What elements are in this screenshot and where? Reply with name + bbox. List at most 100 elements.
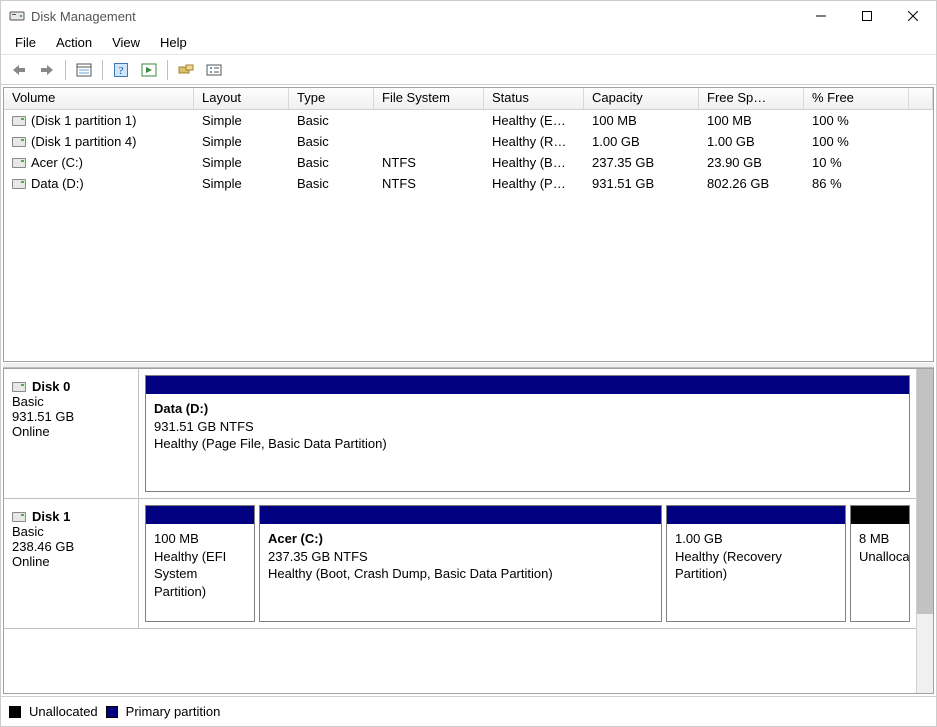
volume-fs: NTFS: [374, 155, 484, 170]
disk-state: Online: [12, 554, 130, 569]
volume-status: Healthy (B…: [484, 155, 584, 170]
partition-unallocated[interactable]: 8 MBUnallocated: [850, 505, 910, 622]
menu-file[interactable]: File: [5, 33, 46, 52]
volume-status: Healthy (E…: [484, 113, 584, 128]
refresh-button[interactable]: [137, 58, 161, 82]
drive-icon: [12, 158, 26, 168]
volume-layout: Simple: [194, 134, 289, 149]
disk-row: Disk 1Basic238.46 GBOnline100 MBHealthy …: [4, 499, 916, 629]
col-type[interactable]: Type: [289, 88, 374, 109]
volume-free: 100 MB: [699, 113, 804, 128]
col-pctfree[interactable]: % Free: [804, 88, 909, 109]
content-area: Volume Layout Type File System Status Ca…: [1, 85, 936, 696]
help-button[interactable]: ?: [109, 58, 133, 82]
partition-color-bar: [260, 506, 661, 524]
menu-bar: File Action View Help: [1, 31, 936, 55]
volume-type: Basic: [289, 134, 374, 149]
partition-body: 100 MBHealthy (EFI System Partition): [146, 524, 254, 621]
toolbar: ?: [1, 55, 936, 85]
forward-button[interactable]: [35, 58, 59, 82]
window-title: Disk Management: [31, 9, 136, 24]
properties-button[interactable]: [72, 58, 96, 82]
disk-partitions: Data (D:) 931.51 GB NTFS Healthy (Page Fil…: [139, 369, 916, 498]
volume-layout: Simple: [194, 176, 289, 191]
partition-sub: 931.51 GB NTFS: [154, 419, 254, 434]
back-button[interactable]: [7, 58, 31, 82]
partition[interactable]: 1.00 GBHealthy (Recovery Partition): [666, 505, 846, 622]
partition-status: Healthy (Page File, Basic Data Partition…: [154, 436, 387, 451]
title-bar: Disk Management: [1, 1, 936, 31]
partition-title: Data (D:): [154, 401, 208, 416]
volume-fs: NTFS: [374, 176, 484, 191]
volume-type: Basic: [289, 155, 374, 170]
app-icon: [9, 8, 25, 24]
partition-color-bar: [851, 506, 909, 524]
legend-label-primary: Primary partition: [126, 704, 221, 719]
disk-type: Basic: [12, 394, 130, 409]
volume-row[interactable]: Acer (C:) SimpleBasicNTFSHealthy (B…237.3…: [4, 152, 933, 173]
partition-sub: 237.35 GB NTFS: [268, 549, 368, 564]
volume-type: Basic: [289, 113, 374, 128]
legend: Unallocated Primary partition: [1, 696, 936, 726]
action-list-button[interactable]: [174, 58, 198, 82]
volume-free: 1.00 GB: [699, 134, 804, 149]
col-capacity[interactable]: Capacity: [584, 88, 699, 109]
partition-color-bar: [146, 506, 254, 524]
volume-capacity: 237.35 GB: [584, 155, 699, 170]
volume-free: 23.90 GB: [699, 155, 804, 170]
partition-title: Acer (C:): [268, 531, 323, 546]
col-layout[interactable]: Layout: [194, 88, 289, 109]
volume-capacity: 100 MB: [584, 113, 699, 128]
volume-layout: Simple: [194, 155, 289, 170]
partition-color-bar: [667, 506, 845, 524]
drive-icon: [12, 179, 26, 189]
legend-label-unallocated: Unallocated: [29, 704, 98, 719]
volume-pct: 100 %: [804, 134, 909, 149]
volume-row[interactable]: (Disk 1 partition 4) SimpleBasic Healthy (…: [4, 131, 933, 152]
col-filesystem[interactable]: File System: [374, 88, 484, 109]
disk-icon: [12, 512, 26, 522]
partition[interactable]: Data (D:) 931.51 GB NTFS Healthy (Page Fil…: [145, 375, 910, 492]
disk-name: Disk 1: [32, 509, 70, 524]
volume-row[interactable]: (Disk 1 partition 1)SimpleBasicHealthy (…: [4, 110, 933, 131]
partition-sub: 8 MB: [859, 531, 889, 546]
col-freespace[interactable]: Free Sp…: [699, 88, 804, 109]
menu-action[interactable]: Action: [46, 33, 102, 52]
legend-swatch-primary: [106, 706, 118, 718]
partition-status: Healthy (Boot, Crash Dump, Basic Data Pa…: [268, 566, 553, 581]
disk-size: 931.51 GB: [12, 409, 130, 424]
partition-status: Healthy (Recovery Partition): [675, 549, 782, 582]
col-filler: [909, 88, 933, 109]
disk-size: 238.46 GB: [12, 539, 130, 554]
volume-free: 802.26 GB: [699, 176, 804, 191]
partition-color-bar: [146, 376, 909, 394]
volume-pct: 86 %: [804, 176, 909, 191]
col-status[interactable]: Status: [484, 88, 584, 109]
menu-view[interactable]: View: [102, 33, 150, 52]
volume-pct: 10 %: [804, 155, 909, 170]
disk-partitions: 100 MBHealthy (EFI System Partition)Acer…: [139, 499, 916, 628]
volume-name: (Disk 1 partition 4): [31, 134, 136, 149]
partition-body: Data (D:) 931.51 GB NTFS Healthy (Page Fil…: [146, 394, 909, 491]
col-volume[interactable]: Volume: [4, 88, 194, 109]
partition[interactable]: 100 MBHealthy (EFI System Partition): [145, 505, 255, 622]
volume-type: Basic: [289, 176, 374, 191]
disk-name: Disk 0: [32, 379, 70, 394]
partition-body: 8 MBUnallocated: [851, 524, 909, 621]
volume-name: Acer (C:): [31, 155, 83, 170]
scrollbar-thumb[interactable]: [917, 369, 933, 614]
maximize-button[interactable]: [844, 1, 890, 31]
volume-row[interactable]: Data (D:)SimpleBasicNTFSHealthy (P…931.5…: [4, 173, 933, 194]
partition[interactable]: Acer (C:) 237.35 GB NTFS Healthy (Boot, Cr…: [259, 505, 662, 622]
close-button[interactable]: [890, 1, 936, 31]
settings-button[interactable]: [202, 58, 226, 82]
minimize-button[interactable]: [798, 1, 844, 31]
menu-help[interactable]: Help: [150, 33, 197, 52]
disk-label[interactable]: Disk 1Basic238.46 GBOnline: [4, 499, 139, 628]
volume-status: Healthy (R…: [484, 134, 584, 149]
volume-capacity: 1.00 GB: [584, 134, 699, 149]
disk-label[interactable]: Disk 0Basic931.51 GBOnline: [4, 369, 139, 498]
vertical-scrollbar[interactable]: [916, 369, 933, 693]
volume-list-header: Volume Layout Type File System Status Ca…: [4, 88, 933, 110]
drive-icon: [12, 116, 26, 126]
